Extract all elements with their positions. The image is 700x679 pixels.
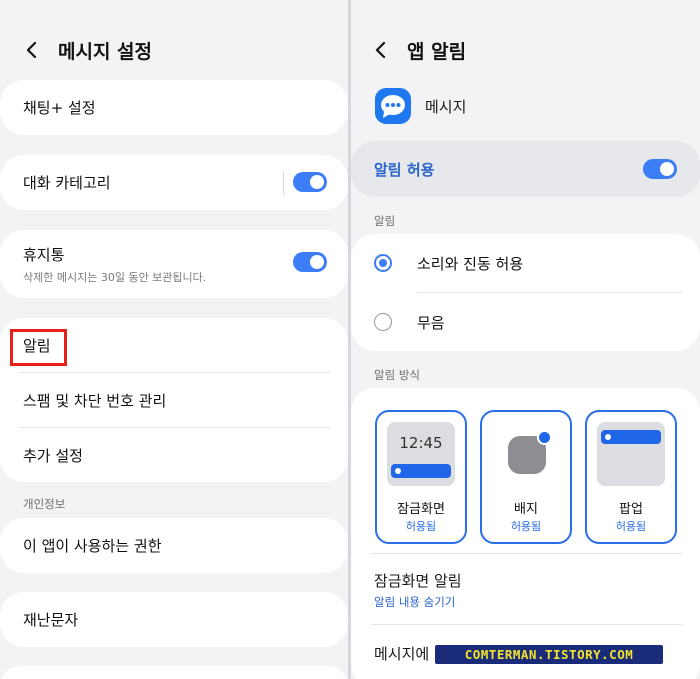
silent-label: 무음 — [417, 314, 445, 332]
allow-notifications-label: 알림 허용 — [374, 160, 435, 179]
tile-state: 허용됨 — [510, 520, 542, 533]
spam-blocked-numbers-item[interactable]: 스팸 및 차단 번호 관리 — [0, 373, 348, 427]
spam-label: 스팸 및 차단 번호 관리 — [23, 391, 167, 410]
trash-label: 휴지통 — [23, 246, 65, 264]
tile-name: 잠금화면 — [397, 502, 445, 517]
popup-preview — [597, 422, 665, 486]
popup-style-tile[interactable]: 팝업 허용됨 — [585, 410, 677, 544]
emergency-alerts-label: 재난문자 — [23, 611, 79, 629]
preview-time: 12:45 — [399, 434, 443, 452]
chat-plus-settings-item[interactable]: 채팅+ 설정 — [0, 80, 348, 135]
divider — [371, 624, 682, 625]
page-title: 메시지 설정 — [58, 40, 153, 63]
sound-vibrate-radio[interactable] — [374, 254, 392, 272]
watermark: COMTERMAN.TISTORY.COM — [435, 645, 663, 664]
lock-screen-notifications-item[interactable]: 잠금화면 알림 알림 내용 숨기기 — [351, 560, 700, 620]
silent-option[interactable]: 무음 — [351, 293, 700, 351]
alert-type-group: 소리와 진동 허용 무음 — [351, 234, 700, 351]
back-arrow-icon[interactable] — [20, 38, 44, 62]
trash-description: 삭제한 메시지는 30일 동안 보관됩니다. — [23, 271, 207, 284]
more-settings-item[interactable]: 추가 설정 — [0, 428, 348, 482]
more-settings-label: 추가 설정 — [23, 446, 83, 465]
alerts-section-header: 알림 — [374, 214, 396, 228]
tile-name: 팝업 — [619, 502, 643, 517]
tile-name: 배지 — [514, 502, 538, 517]
lock-screen-style-tile[interactable]: 12:45 잠금화면 허용됨 — [375, 410, 467, 544]
tile-state: 허용됨 — [405, 520, 437, 533]
notification-style-section-header: 알림 방식 — [374, 368, 420, 382]
sound-vibrate-option[interactable]: 소리와 진동 허용 — [351, 234, 700, 292]
chat-plus-label: 채팅+ 설정 — [23, 99, 96, 117]
conversation-categories-toggle[interactable] — [293, 172, 327, 192]
page-title: 앱 알림 — [407, 40, 467, 63]
divider — [371, 553, 682, 554]
messages-in-item[interactable]: 메시지에 — [374, 643, 429, 664]
next-item-partial[interactable] — [0, 666, 348, 679]
app-permissions-label: 이 앱이 사용하는 권한 — [23, 537, 162, 555]
highlight-box — [10, 329, 67, 366]
app-notifications-panel: 앱 알림 메시지 알림 허용 알림 소리와 진동 허용 무음 알림 방식 12:… — [351, 0, 700, 679]
conversation-categories-item[interactable]: 대화 카테고리 — [0, 155, 348, 210]
privacy-section-header: 개인정보 — [23, 497, 66, 511]
lock-screen-preview: 12:45 — [387, 422, 455, 486]
allow-notifications-row[interactable]: 알림 허용 — [351, 141, 700, 197]
notification-bar — [391, 464, 451, 478]
app-name: 메시지 — [425, 98, 467, 116]
app-notifications-header: 앱 알림 — [369, 30, 466, 70]
silent-radio[interactable] — [374, 313, 392, 331]
conversation-categories-label: 대화 카테고리 — [23, 174, 111, 192]
lock-screen-notifications-value: 알림 내용 숨기기 — [374, 595, 456, 609]
app-permissions-item[interactable]: 이 앱이 사용하는 권한 — [0, 518, 348, 573]
sound-vibrate-label: 소리와 진동 허용 — [417, 255, 524, 273]
badge-style-tile[interactable]: 배지 허용됨 — [480, 410, 572, 544]
popup-bar — [601, 430, 661, 444]
emergency-alerts-item[interactable]: 재난문자 — [0, 592, 348, 647]
trash-toggle[interactable] — [293, 252, 327, 272]
messages-app-icon — [375, 88, 411, 124]
toggle-divider — [283, 171, 284, 195]
lock-screen-notifications-label: 잠금화면 알림 — [374, 572, 462, 590]
trash-item[interactable]: 휴지통 삭제한 메시지는 30일 동안 보관됩니다. — [0, 230, 348, 298]
back-arrow-icon[interactable] — [369, 38, 393, 62]
message-settings-header: 메시지 설정 — [20, 30, 152, 70]
tile-state: 허용됨 — [615, 520, 647, 533]
allow-notifications-toggle[interactable] — [643, 159, 677, 179]
badge-dot-icon — [537, 430, 552, 445]
